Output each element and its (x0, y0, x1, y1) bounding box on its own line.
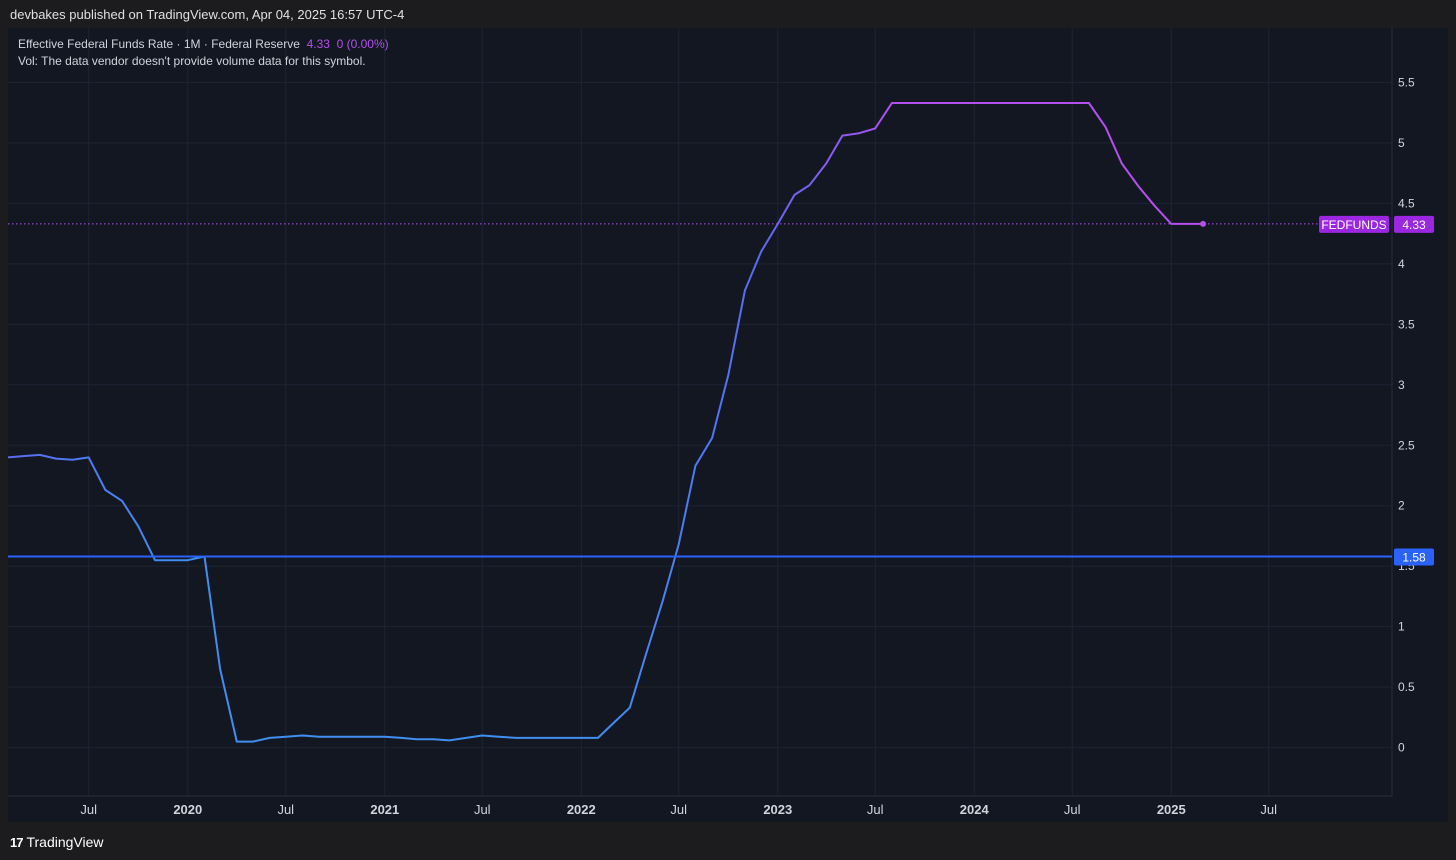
y-tick-label: 2.5 (1398, 438, 1415, 452)
y-tick-label: 2 (1398, 499, 1405, 513)
footer-bar (0, 822, 1456, 860)
y-tick-label: 3.5 (1398, 317, 1415, 331)
fedfunds-series-line (8, 102, 1204, 743)
y-tick-label: 0 (1398, 741, 1405, 755)
legend-line-1: Effective Federal Funds Rate · 1M · Fede… (18, 36, 389, 53)
x-tick-label: Jul (1064, 802, 1081, 817)
overlays: 1.58 FEDFUNDS 4.33 (8, 215, 1434, 566)
y-tick-label: 0.5 (1398, 680, 1415, 694)
hline-price-label: 1.58 (1402, 551, 1426, 565)
x-tick-label: 2020 (173, 802, 202, 817)
legend-vol-note: Vol: The data vendor doesn't provide vol… (18, 54, 366, 68)
x-tick-label: 2025 (1157, 802, 1186, 817)
x-tick-label: Jul (670, 802, 687, 817)
x-tick-label: 2024 (960, 802, 990, 817)
x-tick-label: Jul (277, 802, 294, 817)
last-price-label: 4.33 (1402, 218, 1426, 232)
chart-svg[interactable]: 00.511.522.533.544.555.5 Jul 2020 Jul 2021 J… (8, 28, 1448, 822)
x-tick-label: Jul (1260, 802, 1277, 817)
legend-change: 0 (0.00%) (336, 37, 389, 51)
y-tick-label: 3 (1398, 378, 1405, 392)
brand-label: TradingView (26, 834, 104, 850)
symbol-legend[interactable]: Effective Federal Funds Rate · 1M · Fede… (18, 36, 389, 70)
tradingview-logo[interactable]: 17 TradingView (10, 834, 104, 850)
x-tick-label: 2021 (370, 802, 399, 817)
x-tick-label: 2022 (567, 802, 596, 817)
grid-lines (8, 28, 1393, 797)
legend-value: 4.33 (306, 37, 330, 51)
y-tick-label: 5 (1398, 136, 1405, 150)
y-tick-label: 5.5 (1398, 75, 1415, 89)
x-axis: Jul 2020 Jul 2021 Jul 2022 Jul 2023 Jul 2024 Jul 20… (80, 802, 1277, 817)
tradingview-logo-icon: 17 (10, 834, 24, 850)
y-axis: 00.511.522.533.544.555.5 (1398, 75, 1415, 754)
x-tick-label: 2023 (763, 802, 792, 817)
x-tick-label: Jul (867, 802, 884, 817)
y-tick-label: 4.5 (1398, 196, 1415, 210)
legend-title: Effective Federal Funds Rate · 1M · Fede… (18, 37, 300, 51)
published-bar: devbakes published on TradingView.com, A… (0, 0, 1456, 28)
symbol-badge-label: FEDFUNDS (1321, 218, 1386, 232)
published-text: devbakes published on TradingView.com, A… (10, 7, 405, 22)
x-tick-label: Jul (474, 802, 491, 817)
y-tick-label: 1 (1398, 620, 1405, 634)
x-tick-label: Jul (80, 802, 97, 817)
y-tick-label: 4 (1398, 257, 1405, 271)
